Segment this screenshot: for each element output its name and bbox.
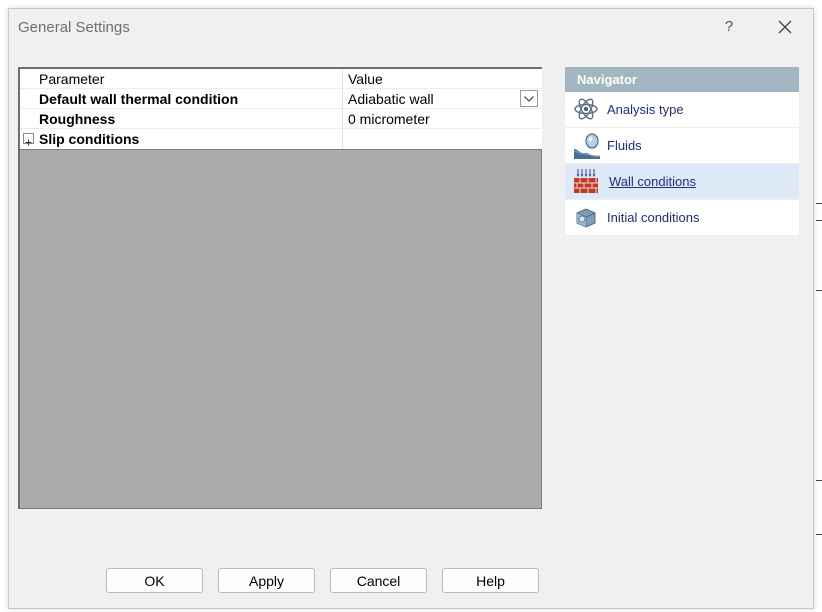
nav-item-label: Wall conditions — [609, 174, 696, 189]
nav-item-wall-conditions[interactable]: Wall conditions — [565, 164, 799, 200]
background-line — [816, 220, 822, 221]
column-separator — [342, 89, 343, 109]
help-button[interactable]: Help — [442, 568, 539, 593]
title-bar: General Settings ? — [9, 9, 813, 47]
value-column-header: Value — [348, 71, 383, 87]
wall-thermal-value[interactable]: Adiabatic wall — [348, 91, 434, 107]
navigator-panel: Navigator Analysis type Fluids Wall cond… — [565, 67, 799, 236]
column-separator — [342, 109, 343, 129]
parameter-column-header: Parameter — [39, 71, 105, 87]
column-separator — [342, 69, 343, 89]
wall-thermal-dropdown-button[interactable] — [520, 90, 538, 107]
nav-item-label: Fluids — [607, 138, 642, 153]
nav-item-fluids[interactable]: Fluids — [565, 128, 799, 164]
expand-slip-conditions-button[interactable] — [23, 133, 34, 146]
background-app-edge — [814, 0, 822, 612]
table-header-row: Parameter Value — [20, 69, 542, 89]
plus-icon — [25, 139, 32, 146]
background-line — [816, 290, 822, 291]
navigator-header: Navigator — [565, 67, 799, 92]
nav-item-label: Analysis type — [607, 102, 684, 117]
cube-initial-icon — [573, 204, 599, 230]
property-table: Parameter Value Default wall thermal con… — [20, 69, 542, 150]
help-question-button[interactable]: ? — [721, 18, 737, 36]
atom-icon — [573, 96, 599, 122]
background-line — [816, 203, 822, 204]
close-icon — [778, 20, 792, 34]
column-separator — [342, 129, 343, 149]
background-line — [816, 534, 822, 535]
property-grid: Parameter Value Default wall thermal con… — [18, 67, 542, 509]
roughness-value[interactable]: 0 micrometer — [348, 111, 430, 127]
wall-bricks-icon — [573, 168, 599, 194]
background-line — [816, 480, 822, 481]
general-settings-dialog: General Settings ? Parameter Value Defau… — [8, 8, 814, 609]
nav-item-analysis-type[interactable]: Analysis type — [565, 92, 799, 128]
table-row-wall-thermal[interactable]: Default wall thermal condition Adiabatic… — [20, 89, 542, 109]
chevron-down-icon — [524, 96, 534, 102]
table-row-roughness[interactable]: Roughness 0 micrometer — [20, 109, 542, 129]
ok-button[interactable]: OK — [106, 568, 203, 593]
dialog-title: General Settings — [18, 19, 130, 36]
fluid-flask-icon — [573, 132, 601, 159]
nav-item-label: Initial conditions — [607, 210, 700, 225]
table-row-slip-conditions[interactable]: Slip conditions — [20, 129, 542, 149]
parameter-name: Default wall thermal condition — [39, 91, 239, 107]
close-button[interactable] — [771, 15, 799, 39]
parameter-name: Roughness — [39, 111, 116, 127]
apply-button[interactable]: Apply — [218, 568, 315, 593]
cancel-button[interactable]: Cancel — [330, 568, 427, 593]
nav-item-initial-conditions[interactable]: Initial conditions — [565, 200, 799, 236]
parameter-name: Slip conditions — [39, 131, 140, 147]
